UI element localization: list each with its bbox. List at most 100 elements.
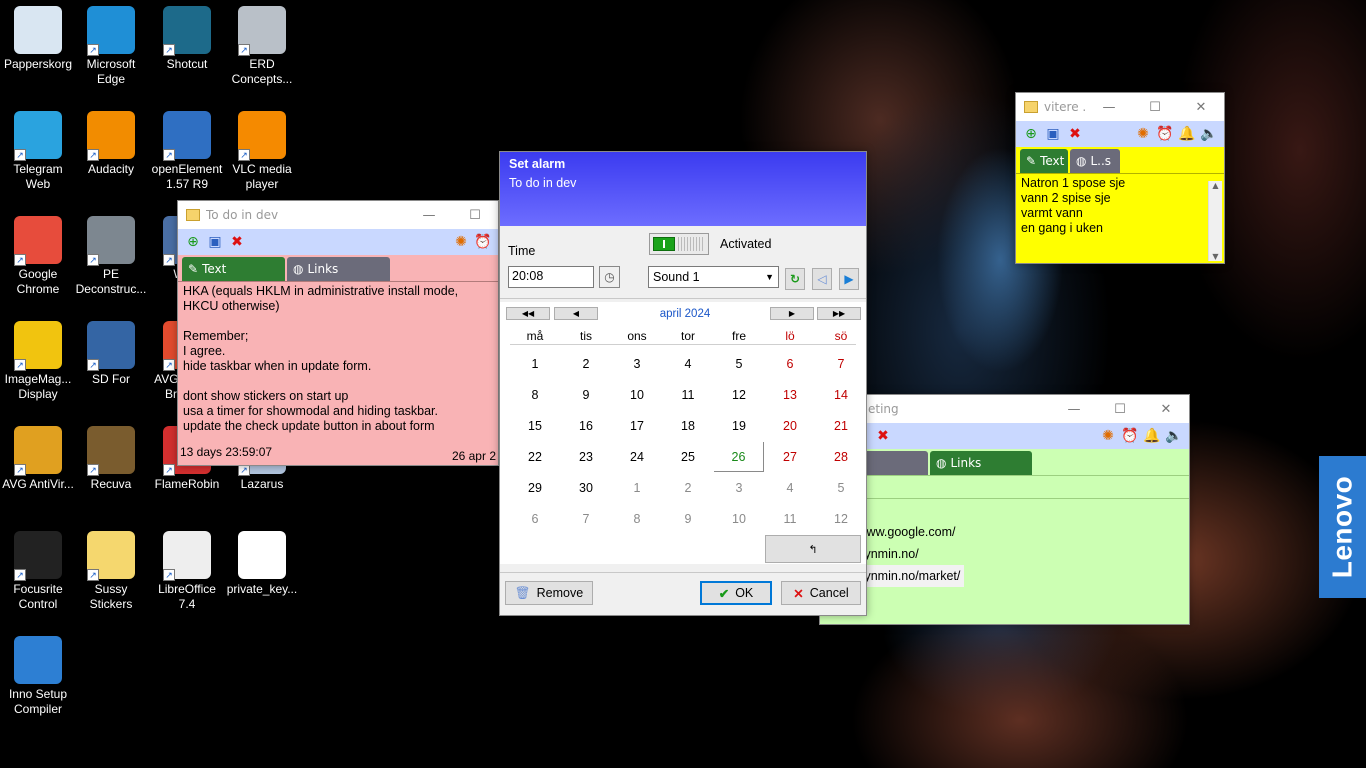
desktop-icon-pe-deconstructor[interactable]: ↗ PE Deconstruc... — [73, 210, 149, 297]
calendar-day[interactable]: 18 — [663, 411, 713, 441]
calendar-day[interactable]: 2 — [663, 473, 713, 503]
save-icon[interactable]: ▣ — [1042, 123, 1064, 145]
calendar-day[interactable]: 6 — [765, 349, 815, 379]
alarm-clock-icon[interactable]: ⏰ — [472, 231, 494, 253]
calendar-day[interactable]: 19 — [714, 411, 764, 441]
today-button[interactable]: ↰ — [765, 535, 861, 563]
calendar-day[interactable]: 30 — [561, 473, 611, 503]
calendar-day[interactable]: 23 — [561, 442, 611, 472]
calendar-day[interactable]: 5 — [816, 473, 866, 503]
calendar-day[interactable]: 17 — [612, 411, 662, 441]
calendar-day[interactable]: 5 — [714, 349, 764, 379]
desktop-icon-file[interactable]: private_key... — [224, 525, 300, 597]
calendar-day[interactable]: 1 — [510, 349, 560, 379]
calendar-day[interactable]: 21 — [816, 411, 866, 441]
volume-button[interactable]: ◁ — [812, 268, 832, 290]
calendar-day[interactable]: 15 — [510, 411, 560, 441]
maximize-icon[interactable]: ☐ — [452, 201, 498, 229]
close-icon[interactable]: ✕ — [1178, 93, 1224, 121]
desktop-icon-telegram[interactable]: ↗ Telegram Web — [0, 105, 76, 192]
link-item[interactable]: https://bynmin.no/ — [820, 543, 1184, 565]
delete-icon[interactable]: ✖ — [872, 425, 894, 447]
bell-icon[interactable]: 🔔 — [1141, 425, 1163, 447]
prev-year-button[interactable]: ◀◀ — [506, 307, 550, 320]
calendar-day[interactable]: 22 — [510, 442, 560, 472]
calendar-day[interactable]: 13 — [765, 380, 815, 410]
speaker-icon[interactable]: 🔈 — [1163, 425, 1185, 447]
desktop-icon-audacity[interactable]: ↗ Audacity — [73, 105, 149, 177]
calendar-day[interactable]: 3 — [714, 473, 764, 503]
calendar-day[interactable]: 14 — [816, 380, 866, 410]
maximize-icon[interactable]: ☐ — [1097, 395, 1143, 423]
calendar-day[interactable]: 4 — [765, 473, 815, 503]
calendar-day[interactable]: 12 — [714, 380, 764, 410]
calendar-day[interactable]: 3 — [612, 349, 662, 379]
calendar-day[interactable]: 20 — [765, 411, 815, 441]
calendar-day[interactable]: 11 — [663, 380, 713, 410]
calendar-day[interactable]: 8 — [510, 380, 560, 410]
calendar-day[interactable]: 10 — [612, 380, 662, 410]
calendar-day[interactable]: 4 — [663, 349, 713, 379]
calendar-day[interactable]: 10 — [714, 504, 764, 534]
note-meeting-titlebar[interactable]: eting — ☐ ✕ — [820, 395, 1189, 423]
maximize-icon[interactable]: ☐ — [1132, 93, 1178, 121]
calendar-day[interactable]: 7 — [561, 504, 611, 534]
tab-links[interactable]: ◍ Links — [930, 451, 1032, 475]
alarm-clock-icon[interactable]: ⏰ — [1119, 425, 1141, 447]
calendar-day[interactable]: 16 — [561, 411, 611, 441]
clock-picker-button[interactable]: ◷ — [599, 266, 620, 288]
minimize-icon[interactable]: — — [1051, 395, 1097, 423]
tab-text[interactable]: ✎ Text — [182, 257, 285, 281]
calendar-day[interactable]: 25 — [663, 442, 713, 472]
calendar-day[interactable]: 29 — [510, 473, 560, 503]
repeat-button[interactable]: ↻ — [785, 268, 805, 290]
delete-icon[interactable]: ✖ — [1064, 123, 1086, 145]
next-month-button[interactable]: ▶ — [770, 307, 814, 320]
calendar-day[interactable]: 2 — [561, 349, 611, 379]
desktop-icon-imagemagick[interactable]: ↗ ImageMag... Display — [0, 315, 76, 402]
calendar-day[interactable]: 28 — [816, 442, 866, 472]
desktop-icon-libreoffice[interactable]: ↗ LibreOffice 7.4 — [149, 525, 225, 612]
calendar-day[interactable]: 12 — [816, 504, 866, 534]
color-wheel-icon[interactable]: ✺ — [1132, 123, 1154, 145]
save-icon[interactable]: ▣ — [204, 231, 226, 253]
time-input[interactable]: 20:08 — [508, 266, 594, 288]
calendar-day[interactable]: 8 — [612, 504, 662, 534]
bell-icon[interactable]: 🔔 — [1176, 123, 1198, 145]
calendar-day[interactable]: 7 — [816, 349, 866, 379]
desktop-icon-sussy-stickers[interactable]: ↗ Sussy Stickers — [73, 525, 149, 612]
color-wheel-icon[interactable]: ✺ — [1097, 425, 1119, 447]
desktop-icon-edge[interactable]: ↗ Microsoft Edge — [73, 0, 149, 87]
cancel-button[interactable]: ✕ Cancel — [781, 581, 861, 605]
desktop-icon-inno-setup[interactable]: Inno Setup Compiler — [0, 630, 76, 717]
close-icon[interactable]: ✕ — [1143, 395, 1189, 423]
activated-toggle[interactable] — [649, 233, 709, 255]
link-item[interactable]: https://www.google.com/ — [820, 521, 1184, 543]
calendar-day[interactable]: 6 — [510, 504, 560, 534]
add-icon[interactable]: ⊕ — [1020, 123, 1042, 145]
note-vitere-text[interactable]: Natron 1 spose sje vann 2 spise sje varmt … — [1016, 173, 1224, 259]
calendar-day[interactable]: 24 — [612, 442, 662, 472]
ok-button[interactable]: ✔ OK — [700, 581, 772, 605]
desktop-icon-vlc[interactable]: ↗ VLC media player — [224, 105, 300, 192]
color-wheel-icon[interactable]: ✺ — [450, 231, 472, 253]
note-vitere-titlebar[interactable]: vitere ... — ☐ ✕ — [1016, 93, 1224, 121]
calendar-day[interactable]: 1 — [612, 473, 662, 503]
sound-select[interactable]: Sound 1 ▼ — [648, 266, 779, 288]
calendar-day[interactable]: 27 — [765, 442, 815, 472]
calendar-day[interactable]: 26 — [714, 442, 764, 472]
desktop-icon-chrome[interactable]: ↗ Google Chrome — [0, 210, 76, 297]
tab-links[interactable]: ◍ L..s — [1070, 149, 1120, 173]
alarm-clock-icon[interactable]: ⏰ — [1154, 123, 1176, 145]
desktop-icon-openelement[interactable]: ↗ openElement 1.57 R9 — [149, 105, 225, 192]
tab-links[interactable]: ◍ Links — [287, 257, 390, 281]
note-todo-text[interactable]: HKA (equals HKLM in administrative insta… — [178, 281, 498, 441]
desktop-icon-recycle-bin[interactable]: Papperskorg — [0, 0, 76, 72]
minimize-icon[interactable]: — — [1086, 93, 1132, 121]
desktop-icon-sd[interactable]: ↗ SD For — [73, 315, 149, 387]
speaker-icon[interactable]: 🔈 — [1198, 123, 1220, 145]
remove-button[interactable]: 🗑 Remove — [505, 581, 593, 605]
desktop-icon-erd[interactable]: ↗ ERD Concepts... — [224, 0, 300, 87]
minimize-icon[interactable]: — — [406, 201, 452, 229]
note-todo-titlebar[interactable]: To do in dev — ☐ — [178, 201, 498, 229]
